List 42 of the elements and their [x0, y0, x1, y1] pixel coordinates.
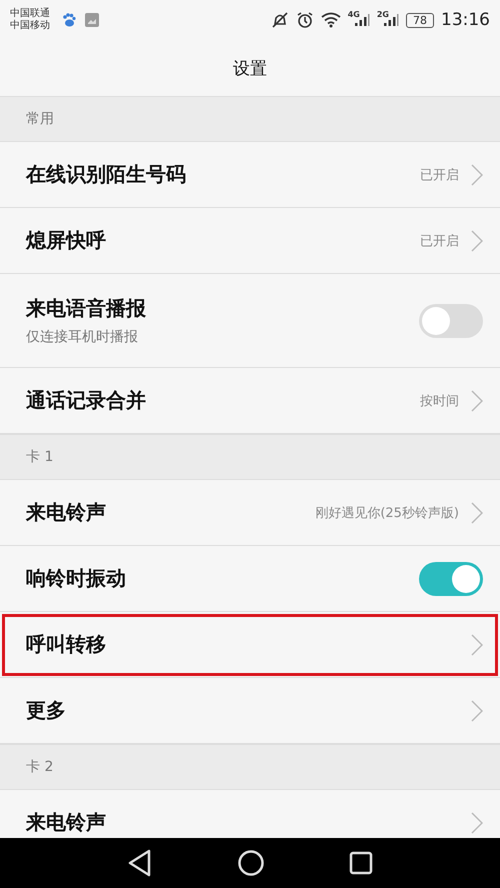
carrier-name: 中国联通 [10, 8, 50, 20]
setting-title: 呼叫转移 [26, 631, 107, 658]
alarm-icon [296, 11, 314, 29]
chevron-icon [471, 164, 483, 186]
setting-value: 已开启 [420, 166, 459, 184]
setting-title: 来电铃声 [26, 499, 107, 526]
chevron-icon [471, 502, 483, 524]
toggle-switch[interactable] [419, 562, 483, 596]
home-icon[interactable] [237, 849, 265, 877]
paw-icon [61, 12, 77, 28]
battery-level: 78 [406, 12, 434, 28]
setting-title: 来电语音播报 [26, 295, 147, 322]
setting-title: 更多 [26, 697, 67, 724]
recents-icon[interactable] [349, 851, 373, 875]
clock-time: 13:16 [441, 10, 490, 30]
image-icon [84, 12, 100, 28]
setting-title: 来电铃声 [26, 809, 107, 836]
muted-bell-icon [270, 11, 289, 29]
chevron-icon [471, 812, 483, 834]
setting-description: 仅连接耳机时播报 [26, 328, 139, 346]
section-title: 卡 2 [26, 758, 54, 776]
chevron-icon [471, 634, 483, 656]
carrier-name: 中国移动 [10, 20, 50, 32]
chevron-icon [471, 700, 483, 722]
page-title: 设置 [233, 58, 267, 80]
setting-value: 按时间 [420, 392, 459, 410]
setting-value: 已开启 [420, 232, 459, 250]
chevron-icon [471, 390, 483, 412]
settings-row[interactable]: 呼叫转移 [0, 612, 500, 678]
section-title: 常用 [26, 110, 54, 128]
section-title: 卡 1 [26, 448, 54, 466]
back-icon[interactable] [127, 849, 153, 877]
chevron-icon [471, 230, 483, 252]
wifi-icon [320, 12, 341, 28]
network-type: 2G [376, 10, 389, 19]
setting-title: 响铃时振动 [26, 565, 127, 592]
setting-value: 刚好遇见你(25秒铃声版) [315, 504, 459, 522]
network-type: 4G [348, 10, 360, 19]
setting-title: 通话记录合并 [26, 387, 147, 414]
setting-title: 熄屏快呼 [26, 227, 107, 254]
toggle-switch[interactable] [419, 304, 483, 338]
setting-title: 在线识别陌生号码 [26, 161, 187, 188]
